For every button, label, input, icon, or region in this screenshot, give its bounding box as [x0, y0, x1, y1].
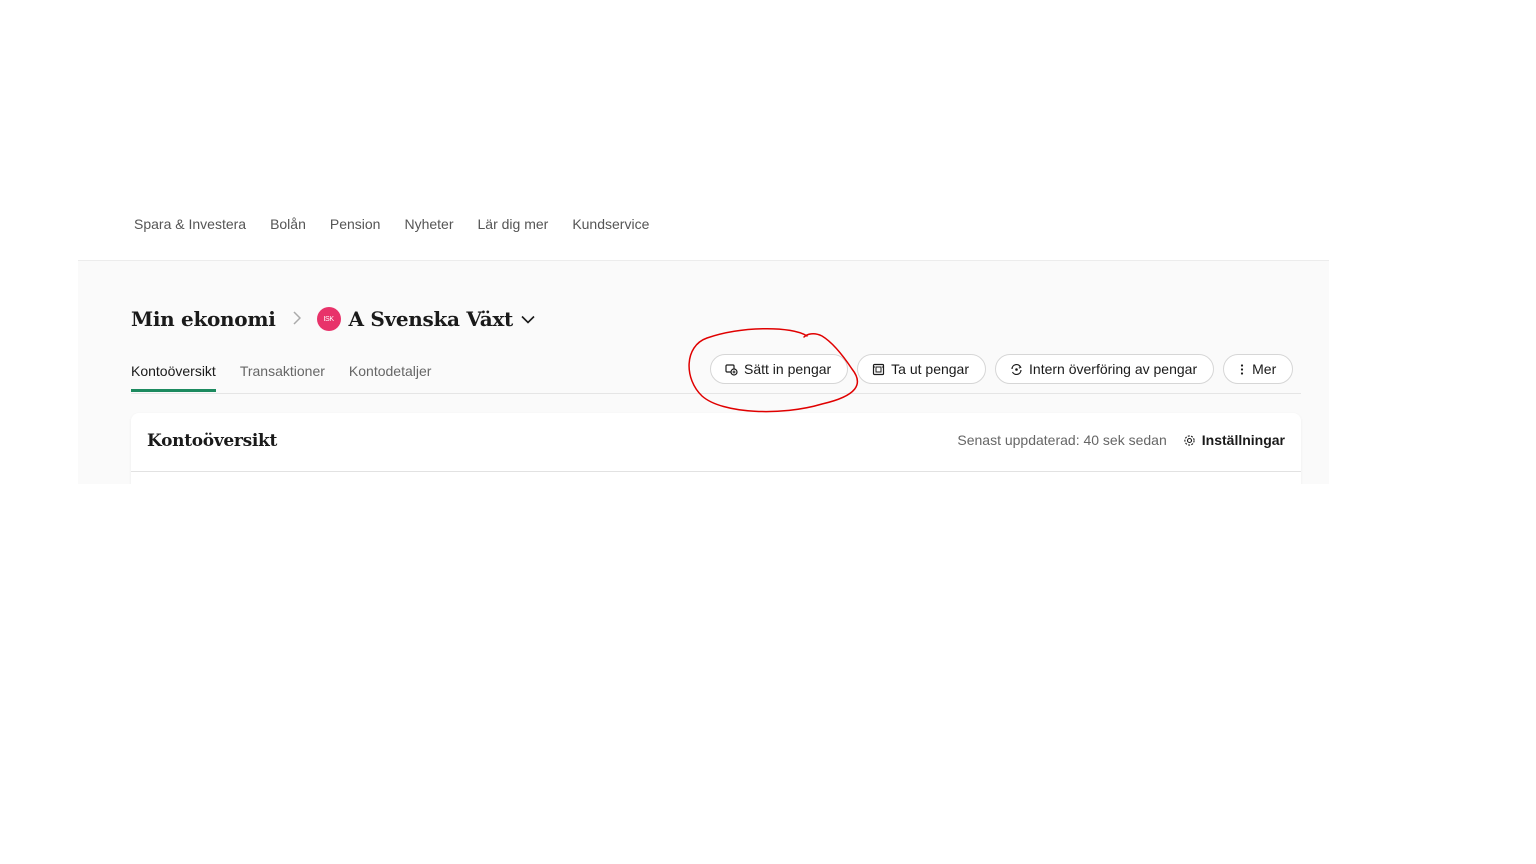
tab-kontooversikt[interactable]: Kontoöversikt — [131, 361, 216, 392]
card-header: Kontoöversikt Senast uppdaterad: 40 sek … — [131, 413, 1301, 472]
nav-pension[interactable]: Pension — [330, 214, 381, 234]
gear-icon — [1183, 434, 1196, 447]
internal-transfer-label: Intern överföring av pengar — [1029, 361, 1198, 377]
tab-transaktioner[interactable]: Transaktioner — [240, 361, 325, 392]
card-title: Kontoöversikt — [147, 431, 278, 451]
tab-bar: Kontoöversikt Transaktioner Kontodetalje… — [131, 361, 431, 392]
deposit-button[interactable]: Sätt in pengar — [710, 354, 849, 384]
account-selector[interactable]: ISK A Svenska Växt — [316, 307, 535, 331]
transfer-icon — [1010, 363, 1023, 376]
more-vertical-icon — [1238, 363, 1246, 376]
last-updated-text: Senast uppdaterad: 40 sek sedan — [957, 432, 1167, 448]
account-overview-card: Kontoöversikt Senast uppdaterad: 40 sek … — [131, 413, 1301, 484]
account-name: A Svenska Växt — [348, 307, 514, 331]
breadcrumb: Min ekonomi ISK A Svenska Växt — [131, 307, 535, 331]
more-label: Mer — [1252, 361, 1277, 377]
nav-spara-investera[interactable]: Spara & Investera — [134, 214, 246, 234]
settings-button[interactable]: Inställningar — [1183, 432, 1285, 448]
breadcrumb-root[interactable]: Min ekonomi — [131, 307, 276, 331]
isk-badge: ISK — [316, 307, 341, 331]
withdraw-icon — [872, 363, 885, 376]
account-panel: Min ekonomi ISK A Svenska Växt Kontoöver… — [78, 260, 1329, 484]
internal-transfer-button[interactable]: Intern överföring av pengar — [995, 354, 1215, 384]
tab-kontodetaljer[interactable]: Kontodetaljer — [349, 361, 432, 392]
chevron-right-icon — [292, 310, 301, 329]
deposit-icon — [725, 363, 738, 376]
action-buttons: Sätt in pengar Ta ut pengar Intern överf… — [710, 354, 1294, 384]
withdraw-label: Ta ut pengar — [891, 361, 970, 377]
nav-lar-dig-mer[interactable]: Lär dig mer — [478, 214, 549, 234]
card-header-right: Senast uppdaterad: 40 sek sedan Inställn… — [957, 432, 1285, 448]
deposit-label: Sätt in pengar — [744, 361, 832, 377]
tab-divider — [131, 393, 1301, 394]
nav-kundservice[interactable]: Kundservice — [572, 214, 649, 234]
chevron-down-icon — [521, 315, 535, 324]
settings-label: Inställningar — [1201, 432, 1285, 448]
more-button[interactable]: Mer — [1223, 354, 1294, 384]
nav-bolan[interactable]: Bolån — [270, 214, 306, 234]
nav-nyheter[interactable]: Nyheter — [404, 214, 453, 234]
top-navigation: Spara & Investera Bolån Pension Nyheter … — [134, 214, 649, 234]
withdraw-button[interactable]: Ta ut pengar — [857, 354, 987, 384]
